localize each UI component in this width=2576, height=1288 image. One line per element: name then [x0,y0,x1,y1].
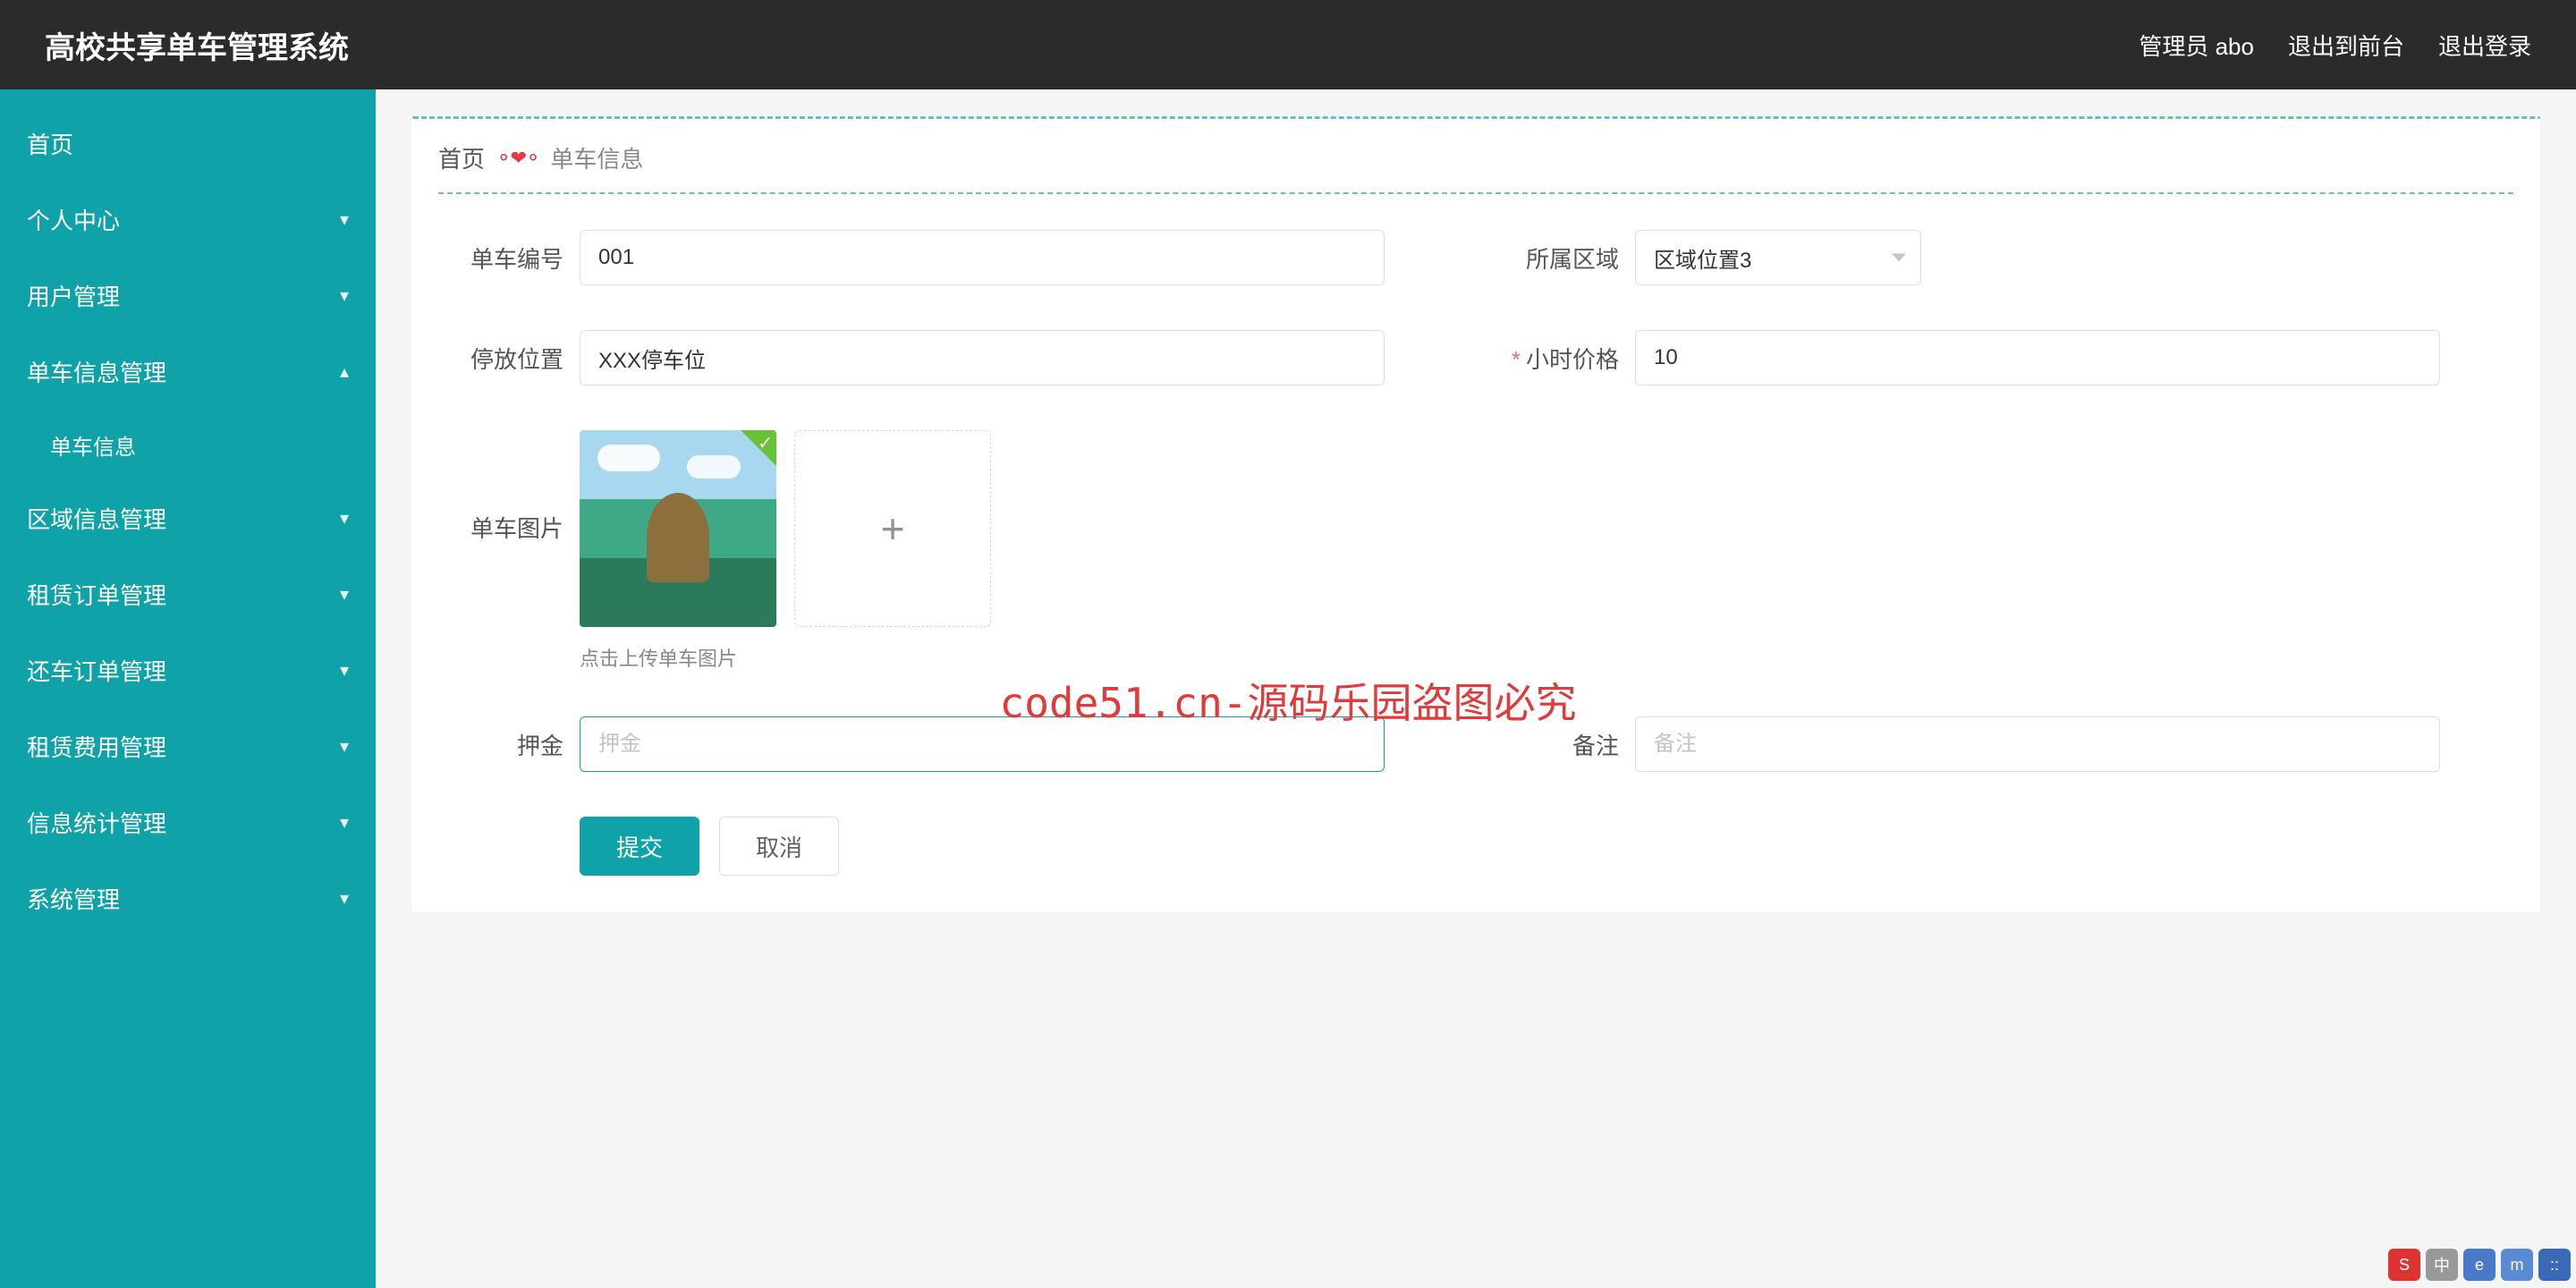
breadcrumb-current: 单车信息 [550,141,643,174]
deposit-input[interactable] [580,716,1385,772]
sidebar-personal-label: 个人中心 [27,203,120,236]
main-content: 首页 ⚬❤⚬ 单车信息 单车编号 所属区域 区域位置3 [376,89,2576,1288]
bike-no-label: 单车编号 [438,242,564,275]
exit-front-button[interactable]: 退出到前台 [2288,29,2404,62]
chevron-down-icon: ▾ [340,811,349,834]
sidebar-bike-info-sub-label: 单车信息 [50,436,136,460]
upload-area: + [580,430,991,627]
sidebar-rent-order-mgmt-label: 租赁订单管理 [27,578,166,611]
form-card: 首页 ⚬❤⚬ 单车信息 单车编号 所属区域 区域位置3 [411,116,2540,911]
sidebar-region-mgmt-label: 区域信息管理 [27,502,166,535]
sidebar-bike-info-mgmt[interactable]: 单车信息管理 ▴ [0,334,376,410]
sidebar: 首页 个人中心 ▾ 用户管理 ▾ 单车信息管理 ▴ 单车信息 区域信息管理 ▾ … [0,89,376,1288]
chevron-down-icon: ▾ [340,284,349,307]
sidebar-stats-mgmt-label: 信息统计管理 [27,806,166,839]
chevron-down-icon: ▾ [340,208,349,231]
tray-icon-5[interactable]: :: [2538,1249,2571,1281]
chevron-down-icon: ▾ [340,887,349,910]
sidebar-home[interactable]: 首页 [0,106,376,182]
image-label: 单车图片 [438,511,564,544]
chevron-down-icon: ▾ [340,735,349,758]
sidebar-system-mgmt[interactable]: 系统管理 ▾ [0,860,376,936]
sidebar-stats-mgmt[interactable]: 信息统计管理 ▾ [0,784,376,860]
sidebar-return-order-mgmt-label: 还车订单管理 [27,654,166,687]
remark-label: 备注 [1494,728,1619,761]
plus-icon: + [881,504,905,553]
tray-icon-3[interactable]: e [2463,1249,2496,1281]
region-label: 所属区域 [1494,242,1619,275]
check-icon [741,430,776,466]
sidebar-home-label: 首页 [27,127,73,160]
park-input[interactable] [580,330,1385,386]
submit-button[interactable]: 提交 [580,817,699,876]
breadcrumb-home[interactable]: 首页 [438,141,485,174]
sidebar-system-mgmt-label: 系统管理 [27,882,120,915]
app-title: 高校共享单车管理系统 [45,23,349,67]
tray-lang-icon[interactable]: 中 [2426,1249,2458,1281]
sidebar-user-mgmt[interactable]: 用户管理 ▾ [0,258,376,334]
sidebar-bike-info-mgmt-label: 单车信息管理 [27,355,166,388]
uploaded-thumbnail[interactable] [580,430,776,627]
tray-ime-icon[interactable]: S [2388,1249,2420,1281]
price-label: *小时价格 [1494,342,1619,375]
breadcrumb-separator-icon: ⚬❤⚬ [496,147,539,170]
tray-icon-4[interactable]: m [2501,1249,2533,1281]
chevron-down-icon: ▾ [340,507,349,530]
sidebar-rent-order-mgmt[interactable]: 租赁订单管理 ▾ [0,556,376,632]
remark-input[interactable] [1635,716,2440,772]
chevron-down-icon: ▾ [340,659,349,682]
sidebar-return-order-mgmt[interactable]: 还车订单管理 ▾ [0,632,376,708]
sidebar-region-mgmt[interactable]: 区域信息管理 ▾ [0,480,376,556]
current-user[interactable]: 管理员 abo [2139,29,2254,62]
park-label: 停放位置 [438,342,564,375]
sidebar-rent-fee-mgmt-label: 租赁费用管理 [27,730,166,763]
system-tray: S 中 e m :: [2388,1249,2571,1281]
sidebar-user-mgmt-label: 用户管理 [27,279,120,312]
add-image-button[interactable]: + [794,430,991,627]
breadcrumb: 首页 ⚬❤⚬ 单车信息 [438,141,2513,194]
cancel-button[interactable]: 取消 [719,817,839,876]
upload-hint: 点击上传单车图片 [580,643,991,672]
top-header: 高校共享单车管理系统 管理员 abo 退出到前台 退出登录 [0,0,2576,89]
form-actions: 提交 取消 [580,817,2513,876]
region-select[interactable]: 区域位置3 [1635,230,1921,285]
deposit-label: 押金 [438,728,564,761]
sidebar-bike-info-sub[interactable]: 单车信息 [0,410,376,480]
region-select-value: 区域位置3 [1654,242,1751,274]
price-input[interactable] [1635,330,2440,386]
chevron-up-icon: ▴ [340,360,349,383]
header-right: 管理员 abo 退出到前台 退出登录 [2139,29,2531,62]
price-label-text: 小时价格 [1526,346,1619,373]
sidebar-personal[interactable]: 个人中心 ▾ [0,182,376,258]
bike-no-input[interactable] [580,230,1385,285]
logout-button[interactable]: 退出登录 [2438,29,2531,62]
chevron-down-icon: ▾ [340,583,349,606]
sidebar-rent-fee-mgmt[interactable]: 租赁费用管理 ▾ [0,708,376,784]
